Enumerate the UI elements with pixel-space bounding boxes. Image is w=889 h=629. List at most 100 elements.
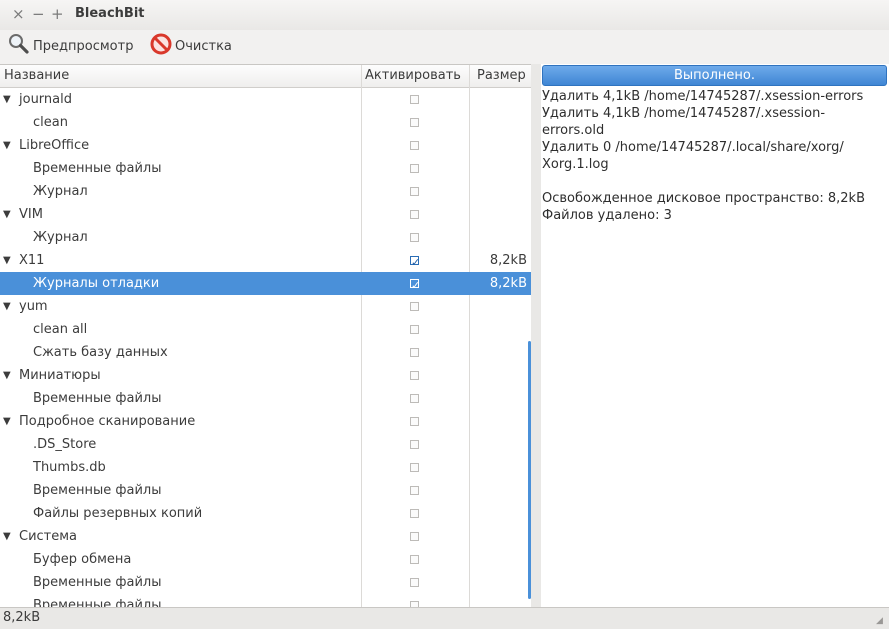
- expander-triangle-icon[interactable]: ▼: [3, 364, 11, 387]
- tree-row[interactable]: .DS_Store: [0, 433, 531, 456]
- row-label: Буфер обмена: [33, 552, 132, 567]
- activate-checkbox[interactable]: [410, 251, 420, 274]
- expander-triangle-icon[interactable]: ▼: [3, 295, 11, 318]
- row-label: Сжать базу данных: [33, 345, 168, 360]
- tree-row[interactable]: clean: [0, 111, 531, 134]
- activate-checkbox[interactable]: [410, 95, 419, 104]
- row-label: yum: [19, 299, 48, 314]
- log-line: Освобожденное дисковое пространство: 8,2…: [542, 191, 865, 206]
- results-pane: Выполнено. Удалить 4,1kB /home/14745287/…: [541, 64, 889, 607]
- tree-row[interactable]: Временные файлы: [0, 157, 531, 180]
- activate-checkbox[interactable]: [410, 440, 419, 449]
- tree-row[interactable]: ▼ journald: [0, 88, 531, 111]
- tree-rows: ▼ journald clean ▼ LibreOffice Временные файл…: [0, 88, 531, 608]
- tree-row[interactable]: ▼ X11 8,2kB: [0, 249, 531, 274]
- activate-checkbox[interactable]: [410, 187, 419, 196]
- row-label: Журнал: [33, 230, 88, 245]
- row-label: Временные файлы: [33, 391, 162, 406]
- tree-row[interactable]: ▼ VIM: [0, 203, 531, 226]
- resize-grip-icon[interactable]: ◢: [876, 616, 886, 626]
- tree-row[interactable]: Thumbs.db: [0, 456, 531, 479]
- activate-checkbox[interactable]: [410, 417, 419, 426]
- activate-checkbox[interactable]: [410, 141, 419, 150]
- tree-row[interactable]: Журнал: [0, 180, 531, 203]
- status-text: 8,2kB: [3, 610, 41, 625]
- activate-checkbox[interactable]: [410, 532, 419, 541]
- row-label: LibreOffice: [19, 138, 90, 153]
- window-title: BleachBit: [75, 6, 145, 21]
- clean-label: Очистка: [175, 38, 232, 54]
- minimize-button[interactable]: −: [32, 5, 45, 23]
- activate-checkbox[interactable]: [410, 118, 419, 127]
- tree-row[interactable]: Журнал: [0, 226, 531, 249]
- tree-row[interactable]: ▼ yum: [0, 295, 531, 318]
- tree-row[interactable]: Буфер обмена: [0, 548, 531, 571]
- preview-label: Предпросмотр: [33, 38, 134, 54]
- activate-checkbox[interactable]: [410, 325, 419, 334]
- tree-row[interactable]: ▼ Система: [0, 525, 531, 548]
- progress-bar: Выполнено.: [542, 65, 887, 86]
- activate-checkbox[interactable]: [410, 578, 419, 587]
- close-button[interactable]: ×: [12, 5, 25, 23]
- tree-row[interactable]: ▼ LibreOffice: [0, 134, 531, 157]
- activate-checkbox[interactable]: [410, 486, 419, 495]
- tree-row[interactable]: Файлы резервных копий: [0, 502, 531, 525]
- tree-row[interactable]: Временные файлы: [0, 479, 531, 502]
- activate-checkbox[interactable]: [410, 164, 419, 173]
- activate-checkbox[interactable]: [410, 210, 419, 219]
- activate-checkbox[interactable]: [410, 509, 419, 518]
- preview-button[interactable]: Предпросмотр: [8, 34, 133, 58]
- status-bar: 8,2kB ◢: [0, 607, 889, 629]
- log-line: Удалить 4,1kB /home/14745287/.xsession- …: [542, 106, 826, 138]
- row-label: Журналы отладки: [33, 276, 160, 291]
- row-label: Система: [19, 529, 78, 544]
- maximize-button[interactable]: +: [51, 5, 64, 23]
- activate-checkbox[interactable]: [410, 394, 419, 403]
- toolbar: Предпросмотр Очистка: [0, 30, 889, 63]
- expander-triangle-icon[interactable]: ▼: [3, 203, 11, 226]
- row-label: Временные файлы: [33, 161, 162, 176]
- tree-row[interactable]: Сжать базу данных: [0, 341, 531, 364]
- magnifier-icon: [8, 33, 30, 59]
- tree-row[interactable]: ▼ Подробное сканирование: [0, 410, 531, 433]
- expander-triangle-icon[interactable]: ▼: [3, 88, 11, 111]
- tree-row[interactable]: ▼ Миниатюры: [0, 364, 531, 387]
- cleaner-tree[interactable]: Название Активировать Размер ▼ journald cl…: [0, 64, 531, 608]
- row-label: Временные файлы: [33, 575, 162, 590]
- row-label: .DS_Store: [33, 437, 97, 452]
- expander-triangle-icon[interactable]: ▼: [3, 525, 11, 548]
- row-label: Thumbs.db: [33, 460, 106, 475]
- no-entry-icon: [150, 33, 172, 59]
- row-label: Временные файлы: [33, 483, 162, 498]
- activate-checkbox[interactable]: [410, 463, 419, 472]
- expander-triangle-icon[interactable]: ▼: [3, 134, 11, 157]
- column-header-activate[interactable]: Активировать: [365, 65, 461, 87]
- log-line: Файлов удалено: 3: [542, 208, 672, 223]
- activate-checkbox[interactable]: [410, 302, 419, 311]
- row-label: clean all: [33, 322, 88, 337]
- row-label: X11: [19, 253, 45, 268]
- row-size: 8,2kB: [489, 276, 527, 291]
- tree-header: Название Активировать Размер: [0, 65, 531, 88]
- activate-checkbox[interactable]: [410, 555, 419, 564]
- row-label: clean: [33, 115, 68, 130]
- row-label: Подробное сканирование: [19, 414, 196, 429]
- tree-row[interactable]: Временные файлы: [0, 594, 531, 608]
- activate-checkbox[interactable]: [410, 233, 419, 242]
- tree-row[interactable]: Журналы отладки 8,2kB: [0, 272, 531, 297]
- activate-checkbox[interactable]: [410, 348, 419, 357]
- activate-checkbox[interactable]: [410, 371, 419, 380]
- column-header-size[interactable]: Размер: [477, 65, 526, 87]
- log-line: Удалить 4,1kB /home/14745287/.xsession-e…: [542, 89, 864, 104]
- activate-checkbox[interactable]: [410, 274, 420, 297]
- tree-row[interactable]: Временные файлы: [0, 387, 531, 410]
- title-bar: × − + BleachBit: [0, 0, 889, 30]
- column-header-name[interactable]: Название: [4, 65, 69, 87]
- tree-row[interactable]: clean all: [0, 318, 531, 341]
- tree-row[interactable]: Временные файлы: [0, 571, 531, 594]
- clean-button[interactable]: Очистка: [150, 33, 232, 59]
- pane-splitter[interactable]: [531, 64, 541, 607]
- expander-triangle-icon[interactable]: ▼: [3, 410, 11, 433]
- expander-triangle-icon[interactable]: ▼: [3, 249, 11, 272]
